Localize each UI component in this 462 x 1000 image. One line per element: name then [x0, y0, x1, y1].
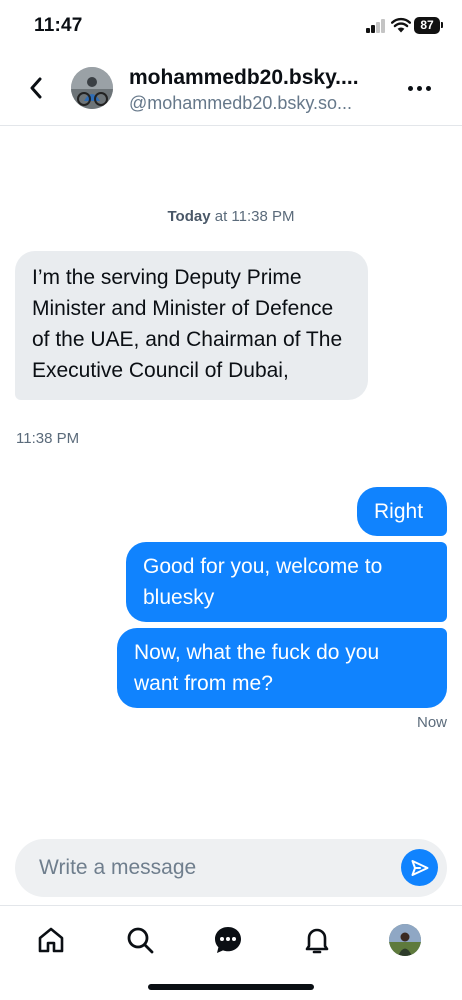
message-timestamp: Now	[416, 714, 447, 731]
avatar[interactable]	[71, 67, 113, 109]
message-bubble-outgoing[interactable]: Right	[357, 487, 447, 536]
search-icon	[127, 927, 154, 954]
date-time: at 11:38 PM	[210, 208, 295, 225]
home-icon	[38, 927, 64, 953]
message-bubble-outgoing[interactable]: Good for you, welcome to bluesky	[126, 542, 447, 622]
send-icon	[411, 859, 428, 876]
nav-home[interactable]	[31, 920, 71, 960]
more-dot	[425, 85, 431, 91]
status-time: 11:47	[34, 15, 83, 36]
wifi-icon	[391, 17, 411, 33]
contact-display-name[interactable]: mohammedb20.bsky....	[129, 66, 399, 90]
nav-profile[interactable]	[385, 920, 425, 960]
back-button[interactable]	[22, 73, 50, 103]
contact-handle[interactable]: @mohammedb20.bsky.so...	[129, 93, 389, 114]
send-button[interactable]	[401, 849, 438, 886]
nav-chat[interactable]	[208, 920, 248, 960]
cellular-signal-icon	[366, 19, 386, 33]
message-input[interactable]	[39, 839, 379, 897]
battery-cap	[441, 22, 443, 28]
home-indicator	[148, 984, 314, 990]
profile-photo	[71, 67, 113, 109]
message-timestamp: 11:38 PM	[16, 430, 80, 447]
battery-indicator: 87	[414, 17, 440, 34]
date-day: Today	[167, 208, 211, 225]
chat-icon	[215, 927, 241, 953]
message-bubble-incoming[interactable]: I’m the serving Deputy Prime Minister an…	[15, 251, 368, 400]
nav-search[interactable]	[120, 920, 160, 960]
bell-icon	[305, 928, 329, 954]
status-bar: 11:47 87	[0, 0, 462, 56]
message-composer	[15, 839, 447, 897]
chevron-left-icon	[30, 77, 42, 99]
more-horizontal-icon	[407, 85, 413, 91]
profile-avatar	[389, 924, 421, 956]
date-separator: Today at 11:38 PM	[0, 208, 462, 225]
more-options-button[interactable]	[404, 76, 434, 100]
more-dot	[416, 85, 422, 91]
conversation-header: mohammedb20.bsky.... @mohammedb20.bsky.s…	[0, 56, 462, 126]
nav-notifications[interactable]	[297, 920, 337, 960]
message-bubble-outgoing[interactable]: Now, what the fuck do you want from me?	[117, 628, 447, 708]
